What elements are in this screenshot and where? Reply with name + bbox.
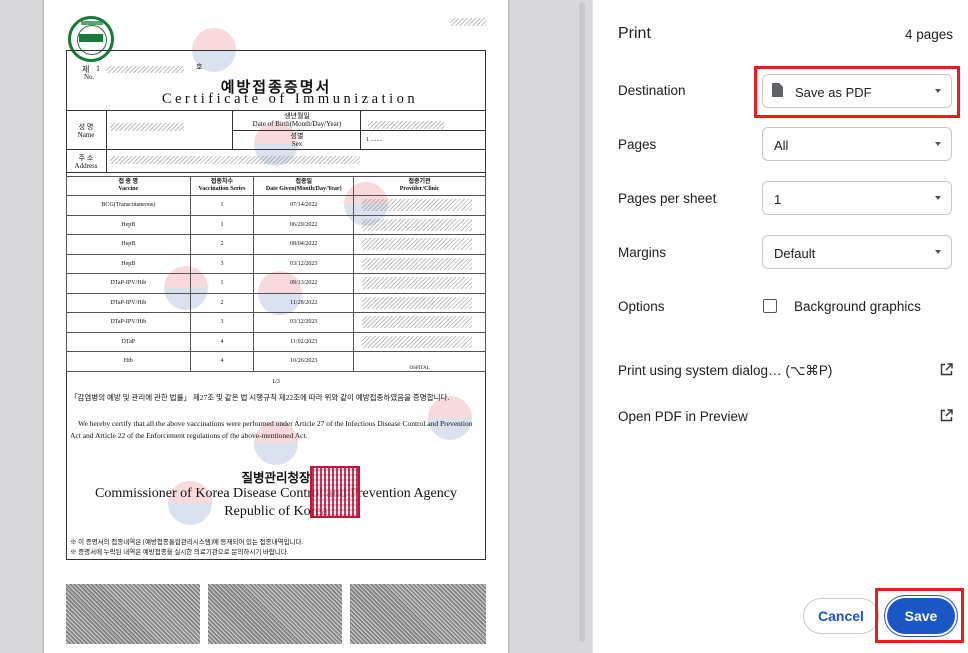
agency-en: Commissioner of Korea Disease Control an…	[95, 486, 457, 501]
header-vaccine: 접 종 명 Vaccine	[66, 176, 191, 196]
official-stamp-icon	[310, 466, 360, 518]
table-row: BCG(Transcutaneous) 1 07/14/2022	[66, 195, 486, 216]
name-label: 성 명 Name	[77, 123, 95, 139]
pages-per-sheet-select[interactable]: 1	[762, 181, 952, 215]
table-row: HepB 2 08/04/2022	[66, 234, 486, 255]
page-count: 4 pages	[904, 27, 953, 42]
page-indicator: 1/3	[272, 379, 280, 385]
redacted-block	[450, 18, 486, 26]
print-settings-panel: Print 4 pages Destination Save as PDF Pa…	[592, 0, 968, 653]
table-row: Hib 4 10/26/2023 OSPITAL	[66, 351, 486, 372]
table-header-row: 접 종 명 Vaccine 접종차수 Vaccination Series 접종일 D…	[66, 176, 486, 196]
pages-per-sheet-label: Pages per sheet	[618, 191, 717, 206]
print-title: Print	[618, 25, 651, 42]
pages-value: All	[774, 138, 789, 153]
page-2-thumbnail	[66, 584, 200, 644]
background-graphics-label[interactable]: Background graphics	[794, 299, 921, 314]
destination-label: Destination	[618, 83, 686, 98]
sex-value: 1 ........	[366, 137, 383, 143]
margins-select[interactable]: Default	[762, 235, 952, 269]
doc-number-suffix: 호	[196, 63, 203, 71]
table-row: DTaP-IPV/Hib 2 11/28/2022	[66, 292, 486, 313]
chevron-down-icon	[935, 196, 941, 200]
address-label: 주 소 Address	[74, 154, 98, 170]
redacted-dob	[368, 121, 444, 129]
options-label: Options	[618, 299, 665, 314]
dob-label: 생년월일 Date of Birth(Month/Day/Year)	[252, 112, 342, 128]
pages-label: Pages	[618, 137, 657, 152]
table-row: DTaP-IPV/Hib 3 03/12/2023	[66, 312, 486, 333]
authenticity-seal-icon	[68, 16, 114, 62]
vaccination-table: 접 종 명 Vaccine 접종차수 Vaccination Series 접종일 D…	[66, 176, 486, 372]
agency-ko: 질병관리청장	[241, 471, 311, 485]
header-provider: 접종기관 Provider/Clinic	[353, 176, 486, 196]
background-graphics-checkbox[interactable]	[763, 299, 777, 313]
cert-text-ko: 「감염병의 예방 및 관리에 관한 법률」 제27조 및 같은 법 시행규칙 제…	[70, 393, 450, 402]
redacted-block	[106, 66, 184, 73]
chevron-down-icon	[935, 250, 941, 254]
preview-page: 제 1 호 No. 예방접종증명서 Certificate of Immuniz…	[44, 0, 508, 653]
system-dialog-link[interactable]: Print using system dialog… (⌥⌘P)	[618, 363, 832, 379]
margins-value: Default	[774, 246, 816, 261]
margins-label: Margins	[618, 245, 667, 260]
save-button[interactable]: Save	[887, 598, 955, 634]
cert-text-en: We hereby certify that all the above vac…	[70, 419, 473, 440]
redacted-name	[110, 123, 184, 131]
cancel-button[interactable]: Cancel	[803, 598, 879, 634]
chevron-down-icon	[935, 89, 941, 93]
sex-label: 성별 Sex	[290, 132, 304, 148]
open-external-icon[interactable]	[940, 363, 953, 376]
document-icon	[772, 83, 783, 97]
country-en: Republic of Korea	[224, 504, 328, 519]
table-row: HepB 1 06/29/2022	[66, 214, 486, 235]
footnote-1: ※ 이 증명서의 접종내역은 [예방접종통합관리시스템]에 등재되어 있는 접종…	[70, 539, 304, 546]
open-external-icon[interactable]	[940, 409, 953, 422]
destination-select[interactable]: Save as PDF	[762, 74, 952, 108]
doc-number-value: 1	[96, 64, 100, 73]
open-pdf-preview-link[interactable]: Open PDF in Preview	[618, 409, 748, 424]
title-en: Certificate of Immunization	[161, 91, 419, 107]
table-row: HepB 3 03/12/2023	[66, 253, 486, 274]
redacted-address	[110, 156, 360, 164]
print-preview-area: 제 1 호 No. 예방접종증명서 Certificate of Immuniz…	[0, 0, 592, 653]
table-row: DTaP 4 11/02/2023	[66, 331, 486, 352]
preview-scrollbar[interactable]	[578, 0, 586, 653]
footnote-2: ※ 증명서에 누락된 내역은 예방접종을 실시한 의료기관으로 문의하시기 바랍…	[70, 549, 289, 556]
header-date: 접종일 Date Given(Month/Day/Year)	[253, 176, 355, 196]
pages-per-sheet-value: 1	[774, 192, 782, 207]
page-2-thumbnail	[208, 584, 342, 644]
header-series: 접종차수 Vaccination Series	[189, 176, 255, 196]
chevron-down-icon	[935, 142, 941, 146]
table-row: DTaP-IPV/Hib 1 09/13/2022	[66, 273, 486, 294]
destination-value: Save as PDF	[795, 85, 872, 100]
page-2-thumbnail	[350, 584, 486, 644]
pages-select[interactable]: All	[762, 127, 952, 161]
